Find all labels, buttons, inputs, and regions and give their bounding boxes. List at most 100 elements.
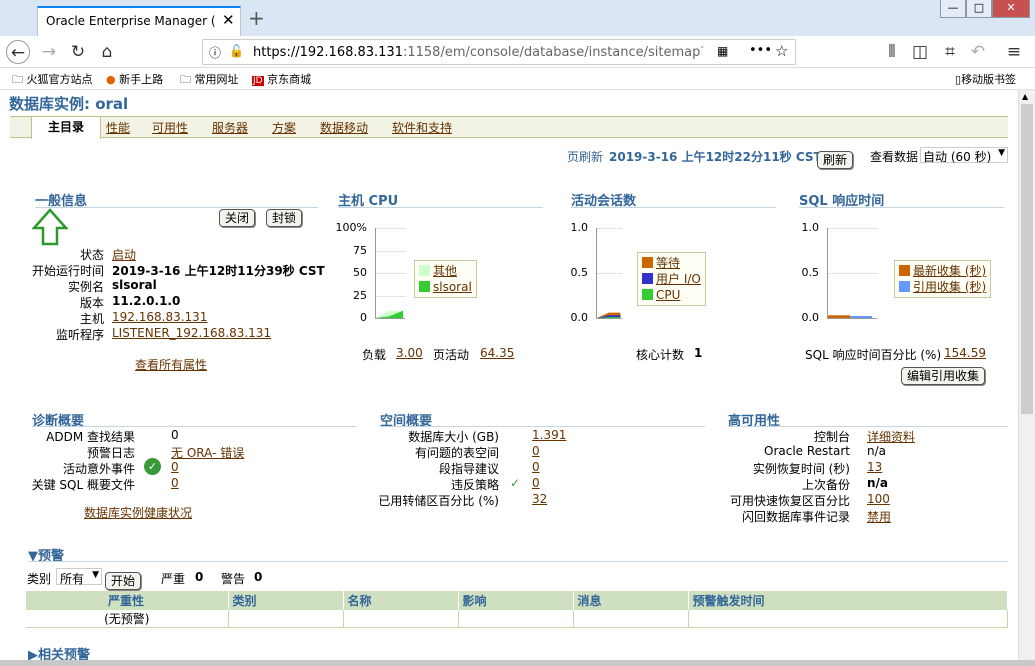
cpu-legend-label[interactable]: slsoral: [433, 280, 472, 294]
col-category[interactable]: 类别: [228, 591, 344, 610]
dropdown-arrow-icon: ▼: [998, 148, 1005, 158]
browser-titlebar: Oracle Enterprise Manager (SYST ✕ + — □ …: [0, 0, 1035, 36]
bookmark-jd[interactable]: JD 京东商城: [252, 71, 311, 87]
back-icon[interactable]: ←: [6, 40, 30, 64]
qr-code-icon[interactable]: ▦: [717, 44, 728, 58]
divider: [728, 426, 1008, 427]
tab-home[interactable]: 主目录: [31, 116, 101, 139]
tab-bar: 主目录 性能 可用性 服务器 方案 数据移动 软件和支持: [10, 116, 1008, 139]
tab-availability[interactable]: 可用性: [152, 119, 188, 136]
menu-icon[interactable]: ≡: [1002, 40, 1026, 64]
edit-reference-button[interactable]: 编辑引用收集: [901, 367, 986, 385]
scroll-thumb[interactable]: [1021, 104, 1033, 414]
sessions-legend-label[interactable]: CPU: [656, 288, 680, 302]
window-close-icon[interactable]: ✕: [992, 0, 1030, 18]
diag-row-value[interactable]: 0: [171, 476, 179, 490]
tab-performance[interactable]: 性能: [106, 119, 130, 136]
bookmark-getting-started[interactable]: ● 新手上路: [106, 71, 163, 87]
more-icon[interactable]: •••: [749, 43, 772, 58]
blackout-button[interactable]: 封锁: [266, 209, 303, 227]
insecure-lock-icon[interactable]: 🔓: [229, 44, 244, 58]
maximize-icon[interactable]: □: [966, 0, 992, 18]
sidebar-icon[interactable]: ◫: [908, 40, 932, 64]
undo-icon[interactable]: ↶: [966, 40, 990, 64]
url-bar[interactable]: ⓘ 🔓 https://192.168.83.131:1158/em/conso…: [202, 39, 796, 65]
sql-pct-value[interactable]: 154.59: [944, 346, 986, 360]
refresh-label: 页刷新: [567, 150, 604, 164]
cpu-legend-label[interactable]: 其他: [433, 264, 457, 278]
ha-row-value[interactable]: 禁用: [867, 508, 891, 525]
space-row-value[interactable]: 0: [532, 460, 540, 474]
vertical-scrollbar[interactable]: ▲: [1018, 90, 1035, 660]
space-row-value[interactable]: 0: [532, 444, 540, 458]
critical-label: 严重: [161, 572, 186, 586]
tab-schema[interactable]: 方案: [272, 119, 296, 136]
space-row-value[interactable]: 0: [532, 476, 540, 490]
health-link[interactable]: 数据库实例健康状况: [84, 504, 192, 521]
ha-row-value[interactable]: 详细资料: [867, 428, 915, 445]
minimize-icon[interactable]: —: [940, 0, 966, 18]
critical-count: 0: [195, 570, 204, 584]
mobile-bookmarks[interactable]: ▯移动版书签: [955, 71, 1016, 87]
paging-value[interactable]: 64.35: [480, 346, 514, 360]
sql-legend-item[interactable]: 最新收集 (秒): [899, 263, 986, 279]
sql-x-axis: [827, 318, 877, 319]
sessions-legend-item[interactable]: 等待: [642, 255, 701, 271]
forward-icon[interactable]: →: [37, 40, 61, 64]
sql-legend-label[interactable]: 引用收集 (秒): [913, 280, 986, 294]
col-impact[interactable]: 影响: [458, 591, 574, 610]
sessions-legend-item[interactable]: 用户 I/O: [642, 271, 701, 287]
go-button[interactable]: 开始: [105, 572, 142, 590]
col-severity[interactable]: 严重性: [26, 591, 229, 610]
info-icon[interactable]: ⓘ: [209, 44, 221, 61]
category-select[interactable]: 所有 ▼: [56, 568, 102, 586]
check-circle-icon: ✓: [144, 458, 161, 475]
cpu-legend-swatch: [419, 265, 430, 276]
refresh-time: 2019-3-16 上午12时22分11秒 CST: [609, 150, 822, 164]
horizontal-scrollbar[interactable]: [0, 660, 1035, 666]
diag-row-value[interactable]: 0: [171, 460, 179, 474]
screenshot-icon[interactable]: ⌗: [938, 40, 962, 64]
library-icon[interactable]: ⫴: [880, 40, 904, 64]
url-text[interactable]: https://192.168.83.131:1158/em/console/d…: [253, 45, 703, 60]
tab-data-movement[interactable]: 数据移动: [320, 119, 368, 136]
related-alerts-heading[interactable]: ▶相关预警: [28, 644, 90, 660]
home-icon[interactable]: ⌂: [95, 40, 119, 64]
sql-legend-label[interactable]: 最新收集 (秒): [913, 264, 986, 278]
diag-row-value[interactable]: 无 ORA- 错误: [171, 444, 244, 461]
refresh-button[interactable]: 刷新: [817, 151, 854, 169]
scroll-up-icon[interactable]: ▲: [1022, 92, 1028, 101]
close-tab-icon[interactable]: ✕: [222, 11, 235, 29]
cpu-x-axis: [375, 318, 405, 319]
load-value[interactable]: 3.00: [396, 346, 423, 360]
bookmark-common-sites[interactable]: 🗀 常用网址: [180, 71, 239, 90]
ha-row-value[interactable]: 13: [867, 460, 882, 474]
general-row-value[interactable]: 启动: [112, 246, 136, 263]
col-message[interactable]: 消息: [573, 591, 689, 610]
tab-server[interactable]: 服务器: [212, 119, 248, 136]
tab-software-support[interactable]: 软件和支持: [392, 119, 452, 136]
view-all-properties-link[interactable]: 查看所有属性: [135, 356, 207, 373]
space-row-value[interactable]: 32: [532, 492, 547, 506]
general-row-value[interactable]: LISTENER_192.168.83.131: [112, 326, 271, 340]
space-row-value[interactable]: 1.391: [532, 428, 566, 442]
bookmark-firefox-site[interactable]: 🗀 火狐官方站点: [12, 71, 93, 90]
general-row-value[interactable]: 192.168.83.131: [112, 310, 207, 324]
sessions-legend-item[interactable]: CPU: [642, 287, 701, 303]
folder-icon: 🗀: [12, 73, 23, 86]
bookmark-star-icon[interactable]: ☆: [775, 42, 788, 60]
shutdown-button[interactable]: 关闭: [219, 209, 256, 227]
cpu-legend-item[interactable]: 其他: [419, 263, 472, 279]
reload-icon[interactable]: ↻: [66, 40, 90, 64]
cpu-legend-item[interactable]: slsoral: [419, 279, 472, 295]
ha-row-value[interactable]: 100: [867, 492, 890, 506]
divider: [28, 561, 1008, 562]
sql-legend-item[interactable]: 引用收集 (秒): [899, 279, 986, 295]
browser-tab[interactable]: Oracle Enterprise Manager (SYST ✕: [37, 6, 241, 36]
col-name[interactable]: 名称: [343, 591, 459, 610]
view-data-select[interactable]: 自动 (60 秒) ▼: [920, 147, 1008, 164]
col-trigger-time[interactable]: 预警触发时间: [688, 591, 1008, 610]
sessions-legend-label[interactable]: 等待: [656, 256, 680, 270]
new-tab-icon[interactable]: +: [248, 6, 265, 30]
sessions-legend-label[interactable]: 用户 I/O: [656, 272, 701, 286]
